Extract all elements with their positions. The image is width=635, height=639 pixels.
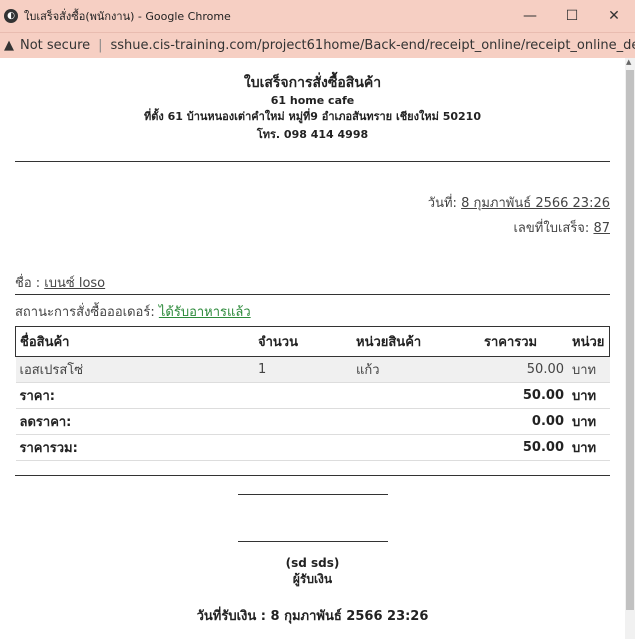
receipt-title: ใบเสร็จการสั่งซื้อสินค้า [243,75,382,91]
receipt-no-label: เลขที่ใบเสร็จ: [513,221,590,236]
header-unit: หน่วยสินค้า [352,326,480,357]
window-title: ใบเสร็จสั่งซื้อ(พนักงาน) - Google Chrome [24,10,231,23]
date-value: 8 กุมภาพันธ์ 2566 23:26 [461,196,610,211]
item-unit: แก้ว [352,356,480,383]
table-bottom-divider [15,475,610,476]
window-controls: — ☐ ✕ [509,0,635,32]
order-status-row: สถานะการสั่งซื้อออเดอร์: ได้รับอาหารแล้ว [15,301,610,322]
address-separator: | [98,38,103,53]
vertical-scrollbar[interactable]: ▲ [625,58,635,639]
receiver-label: ผู้รับเงิน [292,572,333,586]
shop-address: ที่ตั้ง 61 บ้านหนองเต่าคำใหม่ หมู่ที่9 อ… [144,110,481,123]
discount-label: ลดราคา: [15,408,254,435]
name-value: เบนซ์ loso [44,276,106,291]
status-label: สถานะการสั่งซื้อออเดอร์: [15,305,155,320]
header-divider [15,161,610,162]
signature-line-top [237,494,388,495]
discount-currency: บาท [568,408,610,435]
date-label: วันที่: [427,196,457,211]
price-currency: บาท [568,382,610,409]
scrollbar-thumb[interactable] [626,70,634,610]
shop-name: 61 home cafe [270,94,355,107]
grand-total-currency: บาท [568,434,610,461]
customer-name-row: ชื่อ : เบนซ์ loso [15,272,610,295]
address-bar[interactable]: ▲ Not secure | sshue.cis-training.com/pr… [0,32,635,58]
header-currency-unit: หน่วย [568,326,610,357]
signature-line [237,541,388,542]
header-qty: จำนวน [254,326,352,357]
price-value: 50.00 [480,382,568,409]
window-titlebar: ◐ ใบเสร็จสั่งซื้อ(พนักงาน) - Google Chro… [0,0,635,32]
receipt-no-value: 87 [593,221,610,236]
header-product: ชื่อสินค้า [15,326,254,357]
page-favicon-icon: ◐ [4,9,18,23]
security-status[interactable]: Not secure [20,38,90,53]
maximize-button[interactable]: ☐ [551,0,593,32]
discount-row: ลดราคา: 0.00 บาท [15,408,610,435]
grand-total-label: ราคารวม: [15,434,254,461]
item-currency: บาท [568,356,610,383]
receipt-number-row: เลขที่ใบเสร็จ: 87 [15,217,610,238]
name-label: ชื่อ : [15,276,41,291]
receipt-header: ใบเสร็จการสั่งซื้อสินค้า 61 home cafe ที… [15,72,610,143]
table-row: เอสเปรสโซ่ 1 แก้ว 50.00 บาท [15,356,610,383]
signer-name: (sd sds) [285,556,340,570]
header-total: ราคารวม [480,326,568,357]
shop-phone: โทร. 098 414 4998 [256,128,369,141]
item-product: เอสเปรสโซ่ [15,356,254,383]
table-header-row: ชื่อสินค้า จำนวน หน่วยสินค้า ราคารวม หน่… [15,326,610,357]
grand-total-value: 50.00 [480,434,568,461]
receipt-date-row: วันที่: 8 กุมภาพันธ์ 2566 23:26 [15,192,610,213]
price-label: ราคา: [15,382,254,409]
close-button[interactable]: ✕ [593,0,635,32]
items-table: ชื่อสินค้า จำนวน หน่วยสินค้า ราคารวม หน่… [15,326,610,461]
discount-value: 0.00 [480,408,568,435]
item-qty: 1 [254,356,352,383]
page-content: ใบเสร็จการสั่งซื้อสินค้า 61 home cafe ที… [0,58,625,639]
item-total: 50.00 [480,356,568,383]
warning-icon[interactable]: ▲ [4,38,14,53]
status-value: ได้รับอาหารแล้ว [158,305,251,320]
scroll-up-icon[interactable]: ▲ [626,58,631,66]
url-text[interactable]: sshue.cis-training.com/project61home/Bac… [111,38,635,53]
price-row: ราคา: 50.00 บาท [15,382,610,409]
receipt-document: ใบเสร็จการสั่งซื้อสินค้า 61 home cafe ที… [15,58,610,639]
minimize-button[interactable]: — [509,0,551,32]
received-date: วันที่รับเงิน : 8 กุมภาพันธ์ 2566 23:26 [196,609,429,624]
grand-total-row: ราคารวม: 50.00 บาท [15,434,610,461]
